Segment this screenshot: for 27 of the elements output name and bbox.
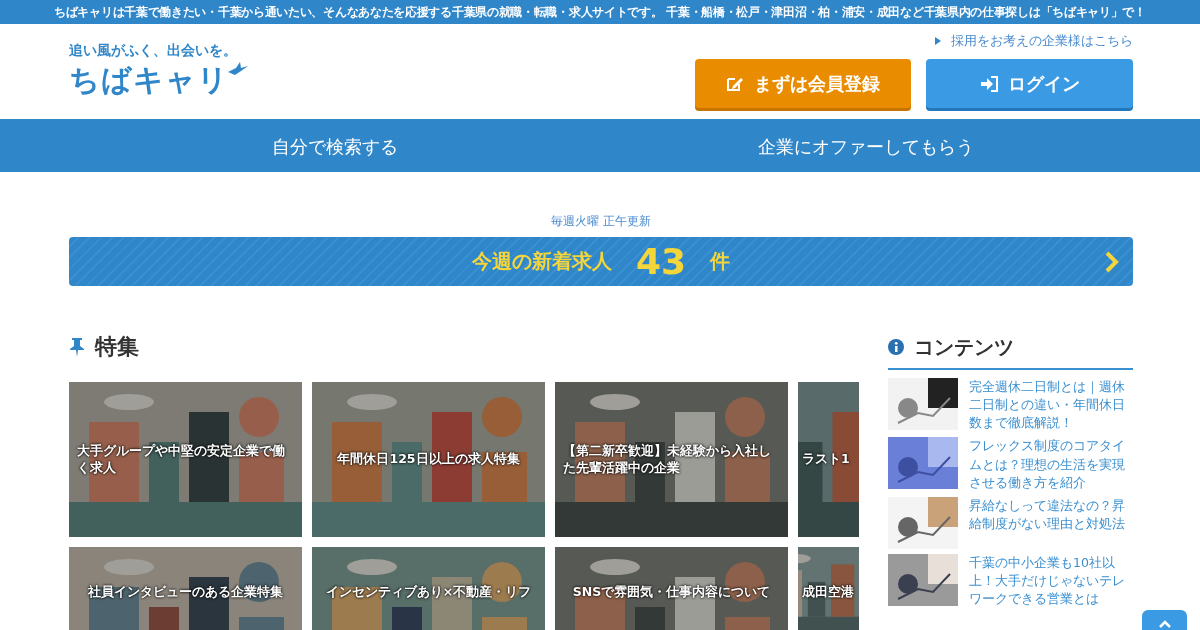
sign-in-icon xyxy=(979,75,998,92)
section-title: 特集 xyxy=(95,333,139,361)
feature-card[interactable]: 年間休日125日以上の求人特集 xyxy=(312,382,545,537)
nav-link[interactable]: 企業にオファーしてもらう xyxy=(600,122,1131,172)
site-logo[interactable]: ちばキャリ xyxy=(69,60,229,101)
caret-up-icon xyxy=(1158,620,1171,628)
feature-card[interactable]: インセンティブあり×不動産・リフ xyxy=(312,547,545,630)
register-button[interactable]: まずは会員登録 xyxy=(695,59,911,108)
article-link[interactable]: 昇給なしって違法なの？昇給制度がない理由と対処法 xyxy=(969,496,1133,549)
bird-icon xyxy=(227,62,249,76)
edit-icon xyxy=(726,75,744,92)
article-link[interactable]: 完全週休二日制とは｜週休二日制との違い・年間休日数まで徹底解説！ xyxy=(969,378,1133,433)
article-link[interactable]: フレックス制度のコアタイムとは？理想の生活を実現させる働き方を紹介 xyxy=(969,437,1133,492)
intro-text: ちばキャリは千葉で働きたい・千葉から通いたい、そんなあなたを応援する千葉県の就職・転職・求人サイトです。 千葉・船橋・松戸・津田沼・柏・浦安・成田など千葉県内の仕事探しは「ちばキャリ」で！ xyxy=(54,4,1146,20)
update-note: 毎週火曜 正午更新 xyxy=(550,213,652,230)
triangle-icon xyxy=(935,37,941,45)
article-link[interactable]: 千葉の中小企業も10社以上！大手だけじゃないテレワークできる営業とは xyxy=(969,553,1133,609)
logo-tagline: 追い風がふく、出会いを。 xyxy=(69,42,238,60)
new-jobs-banner[interactable]: 今週の新着求人 43 件 xyxy=(69,237,1133,286)
pin-icon xyxy=(69,337,85,357)
info-icon xyxy=(888,339,904,355)
feature-card[interactable]: 成田空港 xyxy=(798,547,859,630)
nav-link[interactable]: 自分で検索する xyxy=(69,122,600,172)
login-button[interactable]: ログイン xyxy=(926,59,1133,108)
company-link[interactable]: 採用をお考えの企業様はこちら xyxy=(935,32,1133,50)
feature-card[interactable]: ラスト1 xyxy=(798,382,859,537)
sidebar-title: コンテンツ xyxy=(914,333,1014,361)
